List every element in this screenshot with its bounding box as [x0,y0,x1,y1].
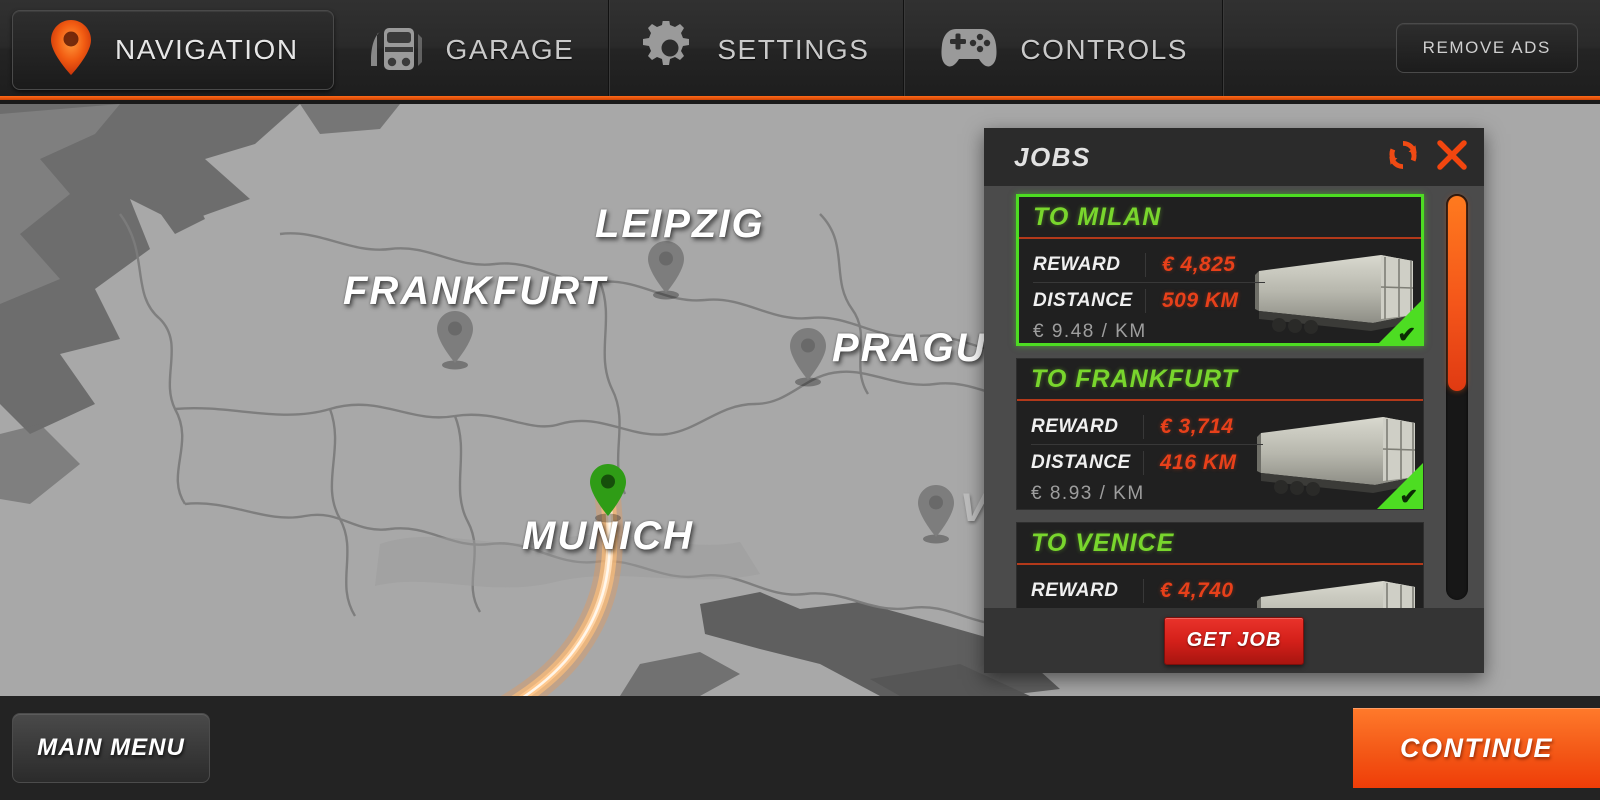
job-distance-row: DISTANCE 416 KM [1031,445,1263,481]
jobs-panel-title: JOBS [1014,141,1091,172]
job-stats: REWARD € 4,740 [1031,573,1263,608]
tab-navigation-label: NAVIGATION [115,34,299,65]
game-screen: NAVIGATION GARAGE SETTINGS CONTROLS REMO… [0,0,1600,800]
jobs-panel-header: JOBS [984,128,1484,186]
tab-controls[interactable]: CONTROLS [904,0,1223,100]
job-reward-key: REWARD [1031,580,1119,601]
job-reward-key: REWARD [1033,253,1121,275]
city-label-munich: MUNICH [522,514,694,558]
refresh-icon[interactable] [1386,138,1420,177]
map-pin-icon [47,18,95,83]
job-card-body: REWARD € 4,825 DISTANCE 509 KM € 9.48 / KM ✔ [1019,239,1421,346]
get-job-button[interactable]: GET JOB [1164,616,1304,665]
job-reward-value: € 3,714 [1143,414,1263,439]
continue-button[interactable]: CONTINUE [1353,708,1600,788]
top-navigation-bar: NAVIGATION GARAGE SETTINGS CONTROLS REMO… [0,0,1600,100]
bottom-bar: MAIN MENU CONTINUE [0,696,1600,800]
tab-controls-label: CONTROLS [1020,34,1188,65]
job-distance-value: 416 KM [1143,451,1263,475]
job-card[interactable]: TO MILAN REWARD € 4,825 DISTANCE 509 KM € 9.4… [1016,194,1424,346]
job-rate: € 8.93 / KM [1031,483,1145,504]
truck-icon [368,22,426,79]
tab-settings-label: SETTINGS [717,34,870,65]
city-label-leipzig: LEIPZIG [595,202,765,246]
check-icon: ✔ [1397,322,1416,346]
check-icon: ✔ [1399,484,1418,509]
trailer-image [1255,565,1423,608]
gamepad-icon [938,23,1000,78]
jobs-scrollbar[interactable] [1446,194,1468,600]
jobs-scrollbar-thumb[interactable] [1448,196,1466,391]
tab-navigation[interactable]: NAVIGATION [12,10,334,90]
job-distance-key: DISTANCE [1033,290,1133,311]
job-reward-row: REWARD € 4,740 [1031,573,1263,608]
jobs-panel-footer: GET JOB [984,608,1484,673]
job-stats: REWARD € 3,714 DISTANCE 416 KM [1031,409,1263,481]
job-card-body: REWARD € 3,714 DISTANCE 416 KM € 8.93 / KM ✔ [1017,401,1423,509]
tab-settings[interactable]: SETTINGS [609,0,905,100]
tab-garage[interactable]: GARAGE [334,0,610,100]
map-pin-leipzig[interactable] [643,239,689,301]
gear-icon [643,18,697,80]
close-icon[interactable] [1434,137,1470,178]
job-distance-value: 509 KM [1145,289,1265,313]
map-pin-prague[interactable] [785,326,831,388]
tab-garage-label: GARAGE [445,34,575,65]
job-destination: TO VENICE [1017,523,1423,565]
job-card[interactable]: TO VENICEREWARD€ 4,740✔ [1016,522,1424,608]
job-card-body: REWARD€ 4,740✔ [1017,565,1423,608]
job-destination: TO MILAN [1019,197,1421,239]
job-reward-value: € 4,825 [1145,252,1265,277]
remove-ads-button[interactable]: REMOVE ADS [1395,23,1578,73]
job-reward-row: REWARD € 4,825 [1033,247,1265,283]
jobs-panel: JOBS TO MILAN REWARD € 4,825 DISTANCE 50… [984,128,1484,673]
job-stats: REWARD € 4,825 DISTANCE 509 KM [1033,247,1265,319]
job-reward-value: € 4,740 [1143,579,1263,603]
map-pin-vienna[interactable] [913,483,959,545]
jobs-list[interactable]: TO MILAN REWARD € 4,825 DISTANCE 509 KM € 9.4… [984,186,1484,608]
job-distance-row: DISTANCE 509 KM [1033,283,1265,319]
job-list-container: TO MILAN REWARD € 4,825 DISTANCE 509 KM € 9.4… [1016,194,1474,608]
job-reward-key: REWARD [1031,415,1119,437]
map-pin-frankfurt[interactable] [432,309,478,371]
job-card[interactable]: TO FRANKFURT REWARD € 3,714 DISTANCE 416 KM €… [1016,358,1424,510]
city-label-frankfurt: FRANKFURT [343,269,607,313]
job-destination: TO FRANKFURT [1017,359,1423,401]
job-distance-key: DISTANCE [1031,452,1131,473]
job-reward-row: REWARD € 3,714 [1031,409,1263,445]
job-rate: € 9.48 / KM [1033,321,1147,342]
main-menu-button[interactable]: MAIN MENU [12,713,210,783]
